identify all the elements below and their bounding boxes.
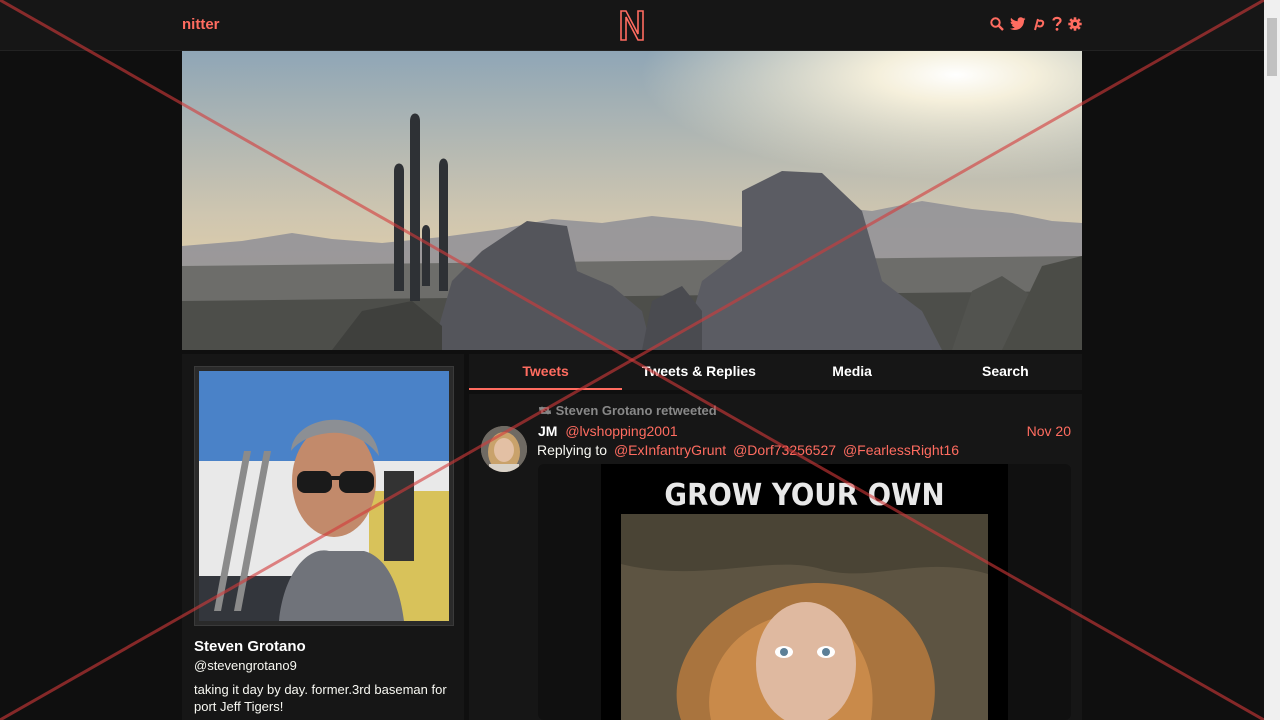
replying-prefix: Replying to [537,442,608,458]
reply-mention[interactable]: @ExInfantryGrunt [614,442,726,458]
tweet-avatar[interactable] [481,426,527,472]
twitter-bird-icon[interactable] [1010,16,1026,35]
replying-to: Replying to @ExInfantryGrunt @Dorf732565… [537,442,959,458]
tweet-author-handle[interactable]: @lvshopping2001 [565,423,677,439]
tab-tweets[interactable]: Tweets [469,354,623,390]
profile-bio: taking it day by day. former.3rd baseman… [194,682,447,714]
page-scrollbar[interactable] [1264,0,1280,720]
tweet-date[interactable]: Nov 20 [1027,423,1071,439]
tab-search[interactable]: Search [929,354,1082,390]
rss-icon[interactable] [1032,17,1046,35]
nitter-logo[interactable] [618,8,646,42]
search-icon[interactable] [990,16,1004,35]
profile-fullname[interactable]: Steven Grotano [194,638,306,655]
reply-mention[interactable]: @Dorf73256527 [733,442,836,458]
meme-image[interactable]: GROW YOUR OWN DOPE [601,464,1008,720]
retweet-header[interactable]: Steven Grotano retweeted [538,403,717,418]
help-icon[interactable] [1052,16,1062,35]
timeline-tabs: Tweets Tweets & Replies Media Search [469,354,1082,390]
profile-username[interactable]: @stevengrotano9 [194,658,297,673]
tweet-author-name[interactable]: JM [538,423,557,439]
gear-icon[interactable] [1068,16,1082,35]
brand-link[interactable]: nitter [182,16,220,33]
navbar: nitter [0,0,1264,51]
timeline: Steven Grotano retweeted JM @lvshopping2… [469,394,1082,720]
scrollbar-thumb[interactable] [1267,18,1277,76]
tab-media[interactable]: Media [776,354,929,390]
reply-mention[interactable]: @FearlessRight16 [843,442,959,458]
profile-avatar[interactable] [194,366,454,626]
retweet-icon [538,403,556,418]
retweet-label: Steven Grotano retweeted [555,403,717,418]
nav-icons [990,16,1082,35]
tweet-media[interactable]: GROW YOUR OWN DOPE [538,464,1071,720]
profile-card: Steven Grotano @stevengrotano9 taking it… [182,354,464,720]
profile-banner[interactable] [182,51,1082,350]
tweet-header: JM @lvshopping2001 [538,423,678,439]
meme-photo [621,514,988,720]
tab-tweets-replies[interactable]: Tweets & Replies [622,354,775,390]
